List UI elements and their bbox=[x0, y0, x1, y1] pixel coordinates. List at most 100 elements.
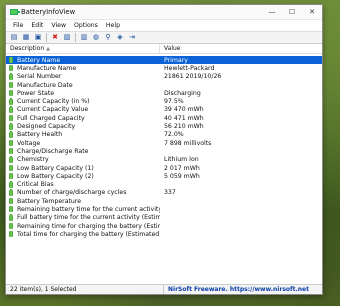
title-bar[interactable]: BatteryInfoView — ☐ ✕ bbox=[6, 5, 322, 20]
about-icon[interactable]: ◈ bbox=[115, 33, 125, 43]
row-description: Critical Bias bbox=[17, 181, 54, 189]
window-title: BatteryInfoView bbox=[21, 8, 76, 16]
list-item[interactable]: Current Capacity Value 39 470 mWh bbox=[6, 106, 322, 114]
status-bar: 22 item(s), 1 Selected NirSoft Freeware.… bbox=[6, 284, 322, 294]
find-icon[interactable]: ◍ bbox=[91, 33, 101, 43]
row-description: Low Battery Capacity (1) bbox=[17, 164, 94, 172]
row-description: Designed Capacity bbox=[17, 123, 76, 131]
column-header-value[interactable]: Value bbox=[160, 45, 180, 52]
minimize-icon[interactable]: — bbox=[262, 5, 282, 19]
row-description: Manufacture Date bbox=[17, 81, 73, 89]
battery-icon bbox=[9, 114, 13, 122]
app-window: BatteryInfoView — ☐ ✕ File Edit View Opt… bbox=[5, 4, 323, 295]
battery-icon bbox=[9, 106, 13, 113]
row-description: Current Capacity (in %) bbox=[17, 98, 90, 106]
copy-icon[interactable]: ▦ bbox=[21, 33, 31, 43]
row-value: 5 059 mWh bbox=[164, 172, 200, 180]
search-icon[interactable]: ⚲ bbox=[103, 33, 113, 43]
menu-bar: File Edit View Options Help bbox=[6, 20, 322, 31]
list-item[interactable]: Designed Capacity 56 210 mWh bbox=[6, 122, 322, 130]
list-item[interactable]: Power State Discharging bbox=[6, 89, 322, 97]
battery-icon bbox=[9, 139, 13, 147]
list-item[interactable]: Charge/Discharge Rate bbox=[6, 147, 322, 155]
save-icon[interactable]: ▣ bbox=[33, 33, 43, 43]
row-description: Power State bbox=[17, 89, 55, 97]
refresh-icon[interactable]: ▧ bbox=[62, 33, 72, 43]
row-description: Remaining battery time for the current a… bbox=[17, 205, 160, 213]
menu-options[interactable]: Options bbox=[70, 22, 102, 29]
battery-icon bbox=[9, 64, 13, 72]
list-item[interactable]: Battery Temperature bbox=[6, 197, 322, 205]
list-item[interactable]: Low Battery Capacity (2) 5 059 mWh bbox=[6, 172, 322, 180]
row-value: 337 bbox=[164, 189, 176, 197]
battery-icon bbox=[9, 172, 13, 180]
nirsoft-link[interactable]: NirSoft Freeware. https://www.nirsoft.ne… bbox=[164, 286, 309, 293]
list-item[interactable]: Low Battery Capacity (1) 2 017 mWh bbox=[6, 164, 322, 172]
battery-info-list: Battery Name Primary Manufacture Name Hewle… bbox=[6, 56, 322, 239]
battery-icon bbox=[9, 222, 13, 230]
row-description: Full Charged Capacity bbox=[17, 114, 85, 122]
menu-edit[interactable]: Edit bbox=[27, 22, 47, 29]
battery-icon bbox=[9, 89, 13, 97]
sort-arrow-icon: ▲ bbox=[46, 45, 51, 52]
list-item[interactable]: Remaining battery time for the current a… bbox=[6, 205, 322, 213]
list-item[interactable]: Serial Number 21861 2019/10/26 bbox=[6, 73, 322, 81]
row-value: 97.5% bbox=[164, 98, 184, 106]
column-header-description[interactable]: Description ▲ bbox=[6, 44, 160, 53]
toolbar-separator bbox=[75, 33, 76, 42]
menu-view[interactable]: View bbox=[47, 22, 70, 29]
list-item[interactable]: Full battery time for the current activi… bbox=[6, 214, 322, 222]
row-description: Charge/Discharge Rate bbox=[17, 147, 89, 155]
row-value: 39 470 mWh bbox=[164, 106, 204, 114]
row-value: Lithium Ion bbox=[164, 156, 199, 164]
battery-icon bbox=[9, 73, 13, 80]
row-description: Chemistry bbox=[17, 156, 49, 164]
battery-icon bbox=[9, 214, 13, 221]
row-value: Primary bbox=[164, 56, 188, 64]
list-item[interactable]: Manufacture Date bbox=[6, 81, 322, 89]
html-report-icon[interactable]: ▥ bbox=[79, 33, 89, 43]
battery-icon bbox=[9, 156, 13, 163]
row-value: 2 017 mWh bbox=[164, 164, 200, 172]
list-item[interactable]: Remaining time for charging the battery … bbox=[6, 222, 322, 230]
battery-icon bbox=[9, 197, 13, 205]
list-item[interactable]: Current Capacity (in %) 97.5% bbox=[6, 97, 322, 105]
list-item[interactable]: Chemistry Lithium Ion bbox=[6, 156, 322, 164]
row-description: Full battery time for the current activi… bbox=[17, 214, 160, 222]
battery-app-icon bbox=[10, 9, 20, 15]
row-description: Battery Temperature bbox=[17, 197, 82, 205]
row-description: Current Capacity Value bbox=[17, 106, 89, 114]
menu-help[interactable]: Help bbox=[102, 22, 124, 29]
battery-icon bbox=[9, 81, 13, 89]
status-item-count: 22 item(s), 1 Selected bbox=[6, 285, 164, 294]
row-description: Voltage bbox=[17, 139, 41, 147]
row-description: Number of charge/discharge cycles bbox=[17, 189, 127, 197]
battery-icon bbox=[9, 230, 13, 238]
list-item[interactable]: Manufacture Name Hewlett-Packard bbox=[6, 64, 322, 72]
exit-icon[interactable]: ⇥ bbox=[127, 33, 137, 43]
maximize-icon[interactable]: ☐ bbox=[282, 5, 302, 19]
menu-file[interactable]: File bbox=[9, 22, 27, 29]
row-value: Discharging bbox=[164, 89, 201, 97]
list-item[interactable]: Voltage 7 898 millivolts bbox=[6, 139, 322, 147]
row-value: Hewlett-Packard bbox=[164, 64, 215, 72]
toolbar: ▤ ▦ ▣ ✖ ▧ ▥ ◍ ⚲ ◈ ⇥ bbox=[6, 31, 322, 44]
row-description: Serial Number bbox=[17, 73, 62, 81]
row-value: 21861 2019/10/26 bbox=[164, 73, 222, 81]
row-description: Battery Health bbox=[17, 131, 63, 139]
list-item[interactable]: Critical Bias bbox=[6, 180, 322, 188]
list-item[interactable]: Total time for charging the battery (Est… bbox=[6, 230, 322, 238]
list-header: Description ▲ Value bbox=[6, 44, 322, 54]
close-icon[interactable]: ✕ bbox=[302, 5, 322, 19]
row-value: 72.0% bbox=[164, 131, 184, 139]
properties-icon[interactable]: ▤ bbox=[9, 33, 19, 43]
list-item[interactable]: Number of charge/discharge cycles 337 bbox=[6, 189, 322, 197]
list-item[interactable]: Full Charged Capacity 40 471 mWh bbox=[6, 114, 322, 122]
delete-icon[interactable]: ✖ bbox=[50, 33, 60, 43]
battery-icon bbox=[9, 205, 13, 213]
list-item[interactable]: Battery Name Primary bbox=[6, 56, 322, 65]
toolbar-separator bbox=[46, 33, 47, 42]
list-item[interactable]: Battery Health 72.0% bbox=[6, 131, 322, 139]
row-value: 40 471 mWh bbox=[164, 114, 204, 122]
row-value: 56 210 mWh bbox=[164, 123, 204, 131]
